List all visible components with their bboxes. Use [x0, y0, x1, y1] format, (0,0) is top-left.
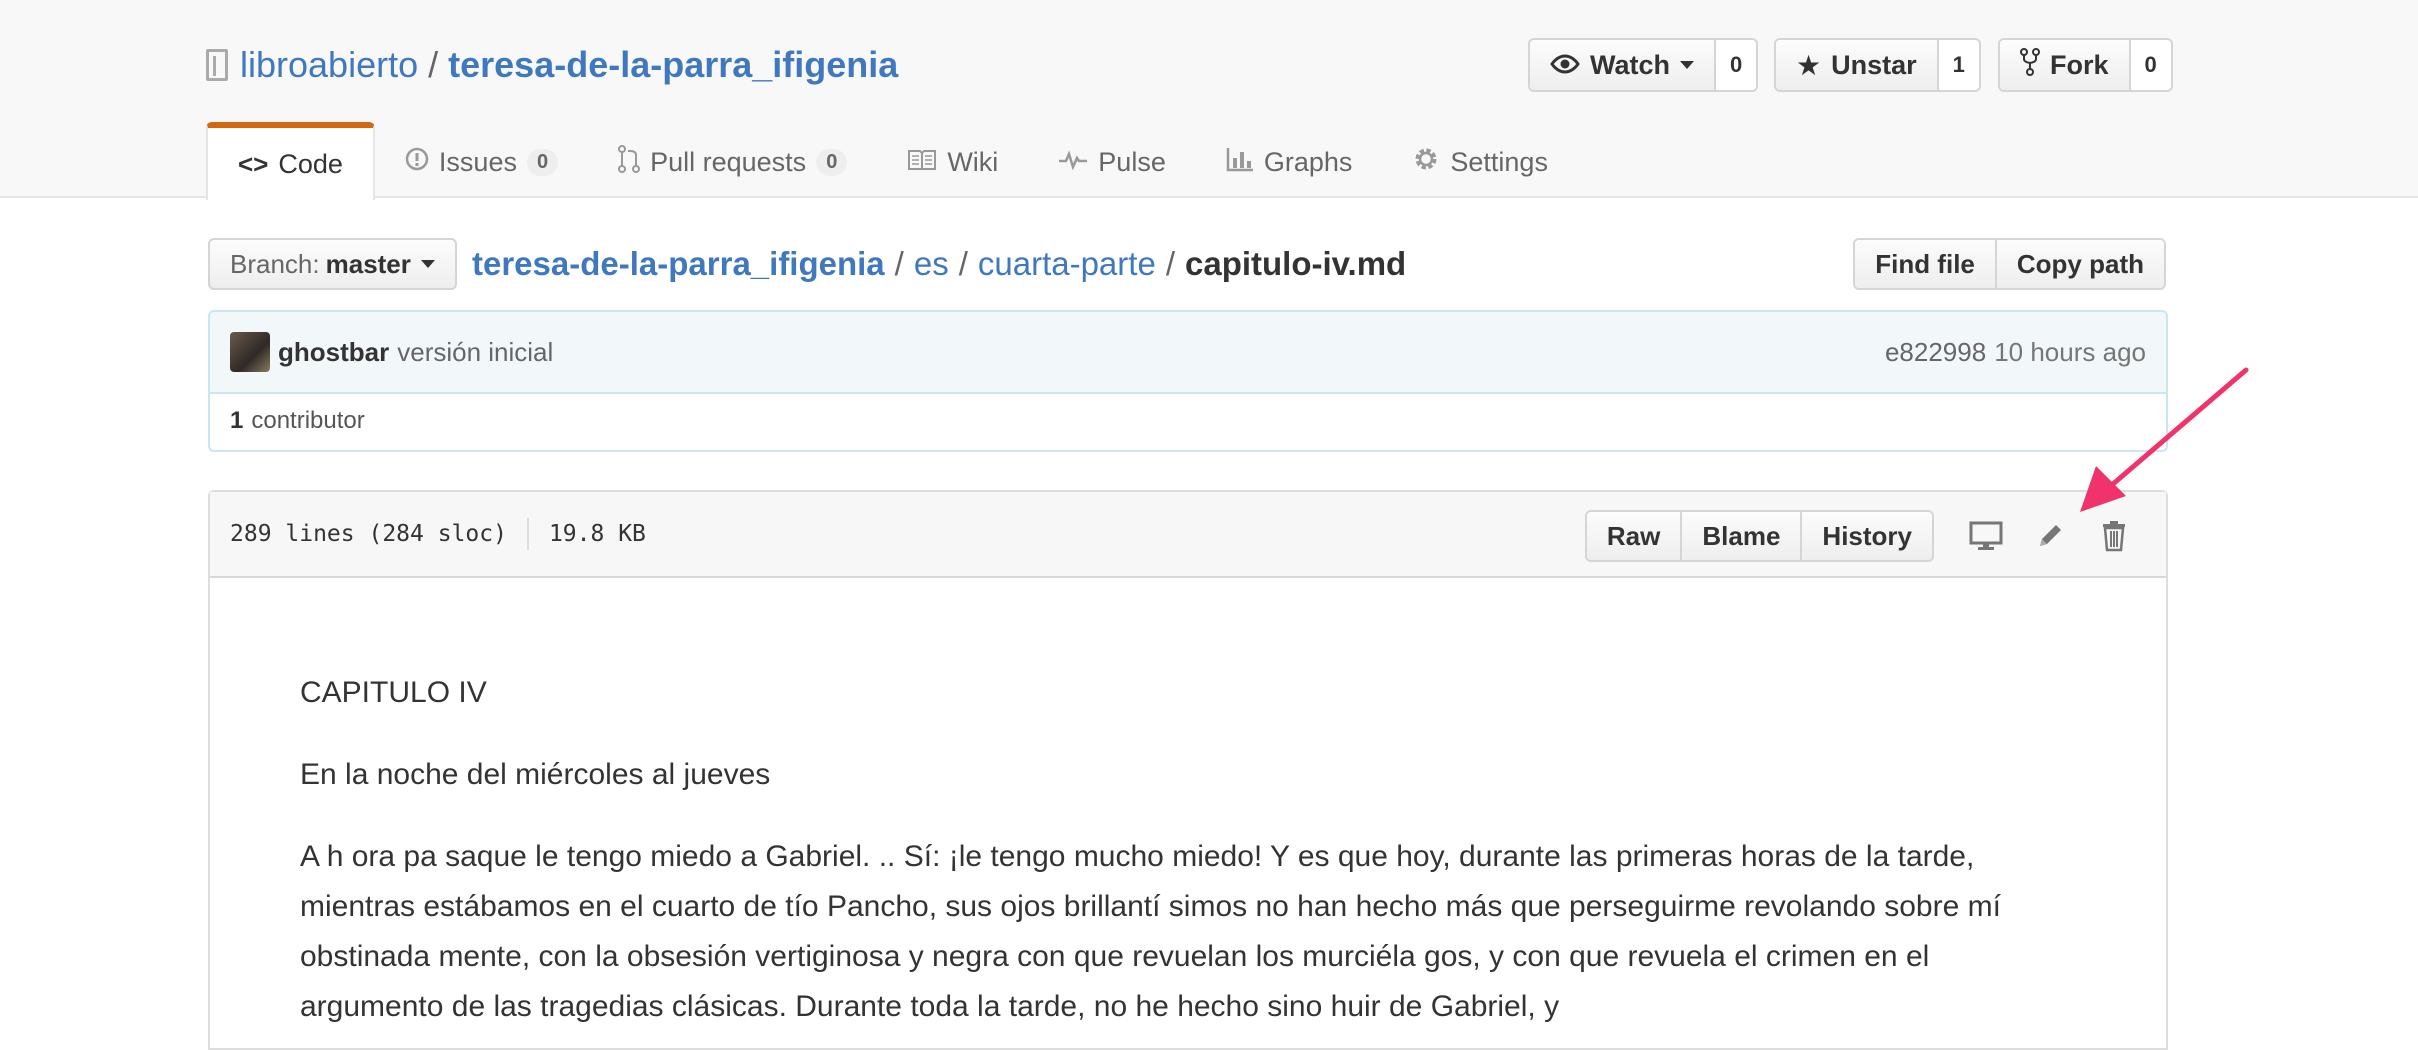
blame-button[interactable]: Blame: [1682, 512, 1803, 560]
fork-group: Fork 0: [1998, 38, 2173, 92]
contributors-count: 1: [230, 407, 244, 434]
chapter-subtitle: En la noche del miércoles al jueves: [300, 758, 771, 791]
divider: [526, 518, 529, 550]
breadcrumb-separator: /: [894, 245, 904, 282]
markdown-body: CAPITULO IV En la noche del miércoles al…: [210, 578, 2166, 1032]
fork-button[interactable]: Fork: [2000, 40, 2131, 90]
copy-path-button[interactable]: Copy path: [1996, 240, 2164, 288]
branch-select-button[interactable]: Branch: master: [208, 238, 457, 290]
contributors-label: contributor: [251, 407, 365, 434]
watch-label: Watch: [1590, 49, 1670, 80]
desktop-icon[interactable]: [1954, 510, 2018, 562]
book-icon: [907, 147, 937, 178]
breadcrumb-link-cuarta-parte[interactable]: cuarta-parte: [978, 245, 1156, 283]
history-button[interactable]: History: [1802, 512, 1932, 560]
pr-counter: 0: [816, 148, 848, 176]
tab-label: Graphs: [1263, 146, 1353, 177]
tab-wiki[interactable]: Wiki: [877, 124, 1028, 200]
file-size: 19.8 KB: [548, 521, 646, 547]
breadcrumb-link-es[interactable]: es: [914, 245, 949, 283]
tab-label: Pull requests: [650, 146, 807, 177]
file-nav-buttons: Find file Copy path: [1853, 238, 2166, 290]
gear-icon: [1412, 145, 1440, 180]
unstar-label: Unstar: [1831, 49, 1917, 80]
tab-label: Wiki: [947, 146, 999, 177]
commit-sha-link[interactable]: e822998: [1885, 337, 1986, 368]
watch-group: Watch 0: [1528, 38, 1759, 92]
breadcrumb-separator: /: [1165, 245, 1175, 282]
breadcrumb: teresa-de-la-parra_ifigenia / es / cuart…: [472, 238, 1406, 290]
branch-label: Branch:: [230, 248, 320, 279]
graph-icon: [1226, 146, 1254, 179]
chevron-down-icon: [420, 260, 435, 268]
tab-graphs[interactable]: Graphs: [1196, 124, 1383, 200]
fork-icon: [2020, 47, 2040, 83]
breadcrumb-final: capitulo-iv.md: [1184, 245, 1407, 282]
find-file-button[interactable]: Find file: [1855, 240, 1997, 288]
annotation-arrow-icon: [2080, 367, 2249, 512]
tab-label: Settings: [1450, 146, 1548, 177]
avatar[interactable]: [230, 332, 270, 372]
chapter-heading: CAPITULO IV: [300, 676, 487, 709]
path-separator: /: [428, 44, 439, 85]
repo-title: libroabierto / teresa-de-la-parra_ifigen…: [206, 40, 898, 90]
repo-owner-link[interactable]: libroabierto: [240, 44, 418, 86]
branch-value: master: [325, 248, 411, 279]
tab-pulse[interactable]: Pulse: [1028, 124, 1196, 200]
tab-code[interactable]: <> Code: [206, 122, 375, 200]
fork-label: Fork: [2050, 49, 2109, 80]
issues-counter: 0: [526, 148, 559, 176]
repo-nav-tabs: <> Code Issues 0 Pull requests 0 Wiki Pu…: [206, 122, 1578, 200]
issue-icon: [405, 147, 429, 178]
tab-settings[interactable]: Settings: [1382, 124, 1578, 200]
breadcrumb-root-link[interactable]: teresa-de-la-parra_ifigenia: [472, 245, 885, 283]
tab-label: Code: [278, 148, 343, 179]
tab-label: Pulse: [1098, 146, 1166, 177]
repo-name-link[interactable]: teresa-de-la-parra_ifigenia: [448, 44, 898, 86]
repo-icon: [206, 49, 228, 81]
commit-message-link[interactable]: versión inicial: [397, 337, 553, 368]
file-info: 289 lines (284 sloc) 19.8 KB: [230, 518, 646, 550]
repo-header: libroabierto / teresa-de-la-parra_ifigen…: [0, 0, 2418, 200]
star-group: ★ Unstar 1: [1774, 38, 1981, 92]
fork-count[interactable]: 0: [2130, 40, 2171, 90]
tab-issues[interactable]: Issues 0: [375, 124, 588, 200]
raw-button[interactable]: Raw: [1586, 512, 1683, 560]
star-count[interactable]: 1: [1938, 40, 1979, 90]
pulse-icon: [1058, 147, 1088, 178]
breadcrumb-separator: /: [958, 245, 968, 282]
tab-pull-requests[interactable]: Pull requests 0: [588, 124, 877, 200]
tab-label: Issues: [438, 146, 517, 177]
unstar-button[interactable]: ★ Unstar: [1776, 40, 1939, 90]
paragraph: A h ora pa saque le tengo miedo a Gabrie…: [300, 840, 2001, 1023]
code-icon: <>: [238, 148, 269, 179]
file-lines: 289 lines (284 sloc): [230, 521, 507, 547]
star-icon: ★: [1796, 49, 1822, 81]
contributors-bar[interactable]: 1 contributor: [208, 392, 2168, 452]
commit-tease: ghostbar versión inicial e822998 10 hour…: [208, 310, 2168, 394]
file-header: 289 lines (284 sloc) 19.8 KB Raw Blame H…: [210, 492, 2166, 578]
file-action-buttons: Raw Blame History: [1584, 510, 1934, 562]
file-box: 289 lines (284 sloc) 19.8 KB Raw Blame H…: [208, 490, 2168, 1050]
watch-count[interactable]: 0: [1716, 40, 1757, 90]
chevron-down-icon: [1680, 61, 1694, 69]
commit-author-link[interactable]: ghostbar: [278, 337, 389, 368]
eye-icon: [1550, 49, 1580, 81]
pull-request-icon: [618, 144, 641, 180]
watch-button[interactable]: Watch: [1530, 40, 1716, 90]
